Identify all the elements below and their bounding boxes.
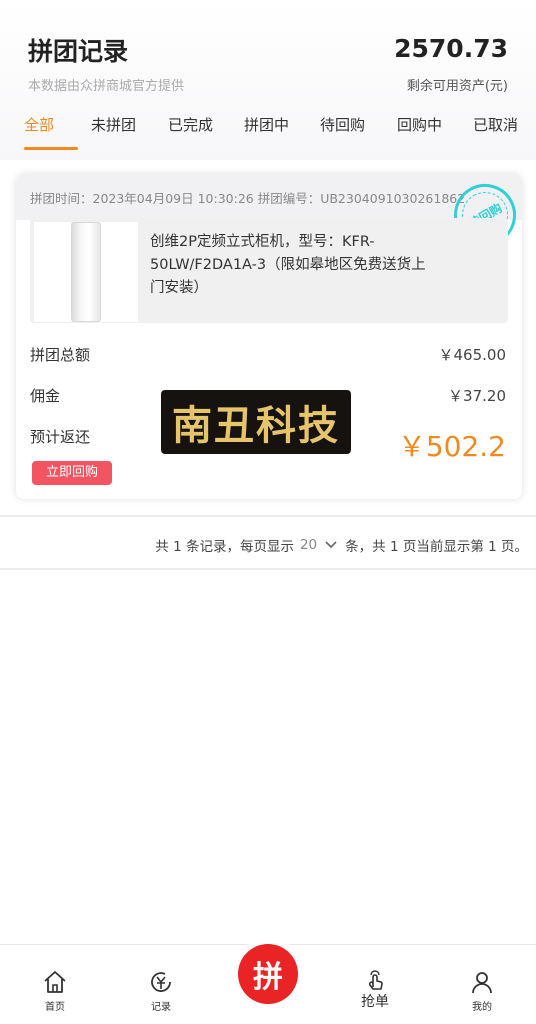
divider-bottom [0,568,536,570]
nav-grab-label: 抢单 [361,994,389,1010]
tab-pending-rebuy[interactable]: 待回购 [320,114,365,135]
pager-prefix: 共 1 条记录，每页显示 [155,539,294,555]
hand-tap-icon [368,970,383,990]
nav-mine[interactable]: 我的 [452,969,512,1013]
divider-top [0,515,536,517]
pagination-info: 共 1 条记录，每页显示 20 条，共 1 页当前显示第 1 页。 [155,535,528,555]
nav-records[interactable]: 记录 [131,969,191,1013]
pager-suffix: 条，共 1 页当前显示第 1 页。 [345,539,528,555]
product-box[interactable]: 创维2P定频立式柜机，型号：KFR-50LW/F2DA1A-3（限如皋地区免费送… [30,218,508,323]
order-card: 拼团时间：2023年04月09日 10:30:26 拼团编号：UB2304091… [16,174,522,499]
commission-value: ￥37.20 [448,387,506,405]
balance-amount: 2570.73 [394,34,508,63]
user-icon [472,972,492,994]
watermark-logo: 南丑科技 [161,390,351,454]
active-tab-indicator [24,147,78,150]
nav-records-label: 记录 [151,1002,171,1013]
expected-return-value: ￥502.2 [397,430,506,463]
nav-grab[interactable]: 抢单 [345,969,405,1011]
tab-all[interactable]: 全部 [24,114,54,135]
total-label: 拼团总额 [30,346,91,364]
tab-rebuying[interactable]: 回购中 [397,114,442,135]
rebuy-button[interactable]: 立即回购 [32,461,112,485]
balance-label: 剩余可用资产(元) [406,79,508,94]
page-header: 拼团记录 本数据由众拼商城官方提供 2570.73 剩余可用资产(元) 全部 未… [0,0,536,160]
page-subtitle: 本数据由众拼商城官方提供 [28,79,185,94]
center-group-button[interactable]: 拼 [238,944,298,1004]
nav-mine-label: 我的 [472,1002,492,1013]
product-image [34,222,138,322]
tab-not-grouped[interactable]: 未拼团 [91,114,136,135]
product-name: 创维2P定频立式柜机，型号：KFR-50LW/F2DA1A-3（限如皋地区免费送… [150,234,426,296]
tab-grouping[interactable]: 拼团中 [244,114,289,135]
tab-completed[interactable]: 已完成 [168,114,213,135]
tab-cancelled[interactable]: 已取消 [473,114,518,135]
expected-return-label: 预计返还 [30,428,91,446]
page-title: 拼团记录 [28,37,129,66]
home-icon [44,971,66,993]
currency-circle-icon [151,972,171,992]
cabinet-image [71,222,101,322]
page-size-select[interactable]: 20 [300,537,317,553]
nav-home-label: 首页 [45,1002,65,1013]
chevron-down-icon[interactable] [325,538,337,552]
commission-label: 佣金 [30,387,61,405]
nav-home[interactable]: 首页 [25,969,85,1013]
order-meta: 拼团时间：2023年04月09日 10:30:26 拼团编号：UB2304091… [30,191,466,206]
total-value: ￥465.00 [438,346,507,364]
status-tabs: 全部 未拼团 已完成 拼团中 待回购 回购中 已取消 [0,114,536,150]
